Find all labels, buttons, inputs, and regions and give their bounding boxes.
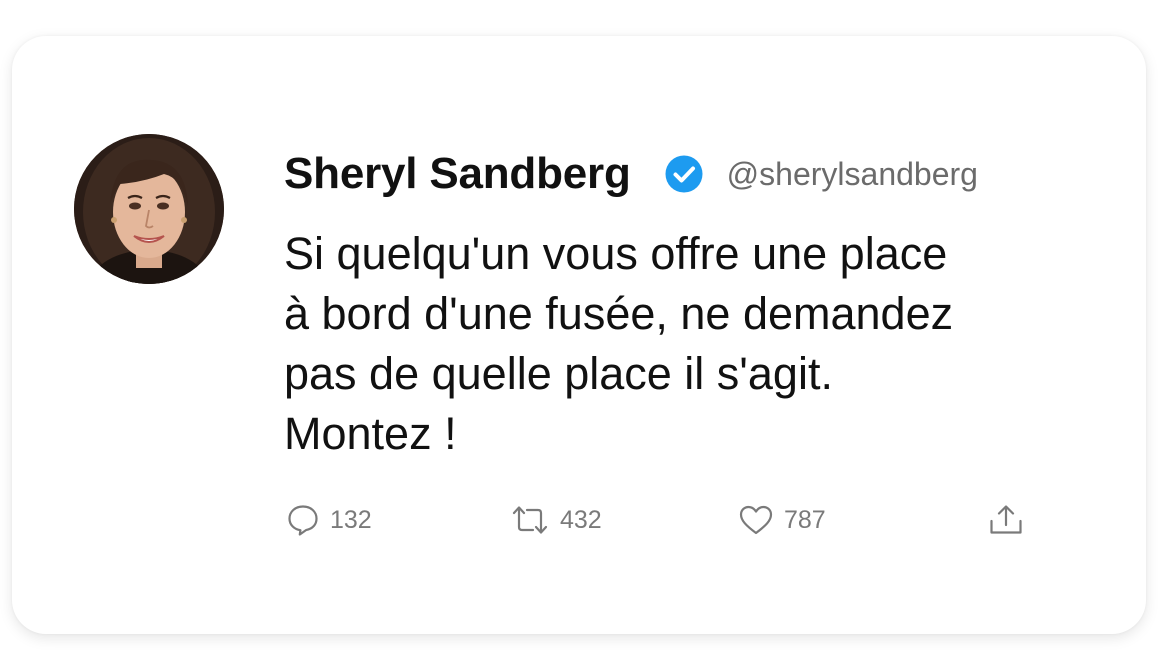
tweet-text: Si quelqu'un vous offre une place à bord… — [284, 224, 1064, 464]
verified-badge-icon — [665, 155, 703, 193]
tweet-header: Sheryl Sandberg @sherylsandberg — [284, 144, 978, 204]
author-name[interactable]: Sheryl Sandberg — [284, 149, 631, 199]
tweet-text-line: à bord d'une fusée, ne demandez — [284, 288, 954, 339]
reply-button[interactable]: 132 — [286, 498, 372, 542]
share-upload-icon — [988, 503, 1024, 537]
retweet-arrows-icon — [510, 503, 550, 537]
like-button[interactable]: 787 — [738, 498, 826, 542]
retweet-button[interactable]: 432 — [510, 498, 602, 542]
like-count: 787 — [784, 505, 826, 534]
retweet-count: 432 — [560, 505, 602, 534]
heart-icon — [738, 503, 774, 537]
author-handle[interactable]: @sherylsandberg — [727, 156, 978, 193]
speech-bubble-icon — [286, 503, 320, 537]
avatar-photo — [74, 134, 224, 284]
tweet-actions: 132 432 787 — [286, 498, 1036, 542]
tweet-text-line: Si quelqu'un vous offre une place — [284, 228, 948, 279]
tweet-text-line: pas de quelle place il s'agit. — [284, 348, 833, 399]
tweet-card: Sheryl Sandberg @sherylsandberg Si quelq… — [12, 36, 1146, 634]
author-avatar[interactable] — [74, 134, 224, 284]
share-button[interactable] — [988, 498, 1024, 542]
reply-count: 132 — [330, 505, 372, 534]
tweet-text-line: Montez ! — [284, 408, 457, 459]
